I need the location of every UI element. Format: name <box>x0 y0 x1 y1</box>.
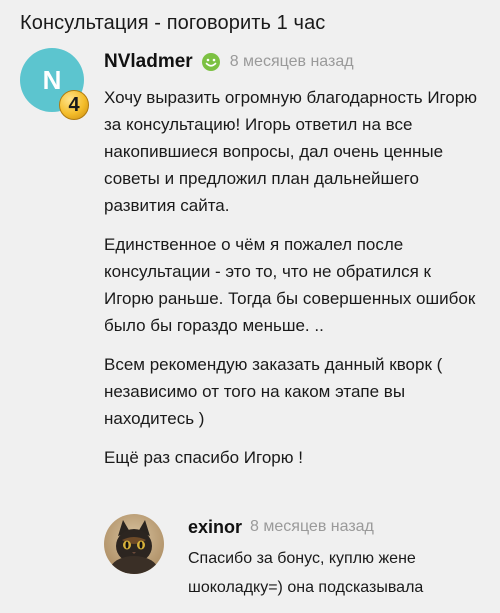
seller-username[interactable]: exinor <box>188 517 242 538</box>
review-time: 8 месяцев назад <box>229 53 354 70</box>
review-header: NVladmer 8 месяцев назад <box>104 48 484 76</box>
review-paragraph: Хочу выразить огромную благодарность Иго… <box>104 88 478 215</box>
review-page: Консультация - поговорить 1 час N 4 NVla… <box>0 0 500 613</box>
reply-text: Спасибо за бонус, куплю жене шоколадку=)… <box>188 550 424 596</box>
reply-header: exinor 8 месяцев назад <box>188 514 484 540</box>
review-paragraph: Всем рекомендую заказать данный кворк ( … <box>104 355 443 428</box>
reply-time: 8 месяцев назад <box>250 518 374 535</box>
review-paragraph: Ещё раз спасибо Игорю ! <box>104 448 303 467</box>
reviewer-username[interactable]: NVladmer <box>104 51 193 73</box>
review: NVladmer 8 месяцев назад Хочу выразить о… <box>104 48 484 483</box>
review-body: Хочу выразить огромную благодарность Иго… <box>104 84 484 471</box>
level-badge: 4 <box>59 90 89 120</box>
cat-photo-avatar[interactable] <box>104 514 164 574</box>
page-title: Консультация - поговорить 1 час <box>20 12 326 34</box>
reviewer-avatar[interactable]: N 4 <box>20 48 89 120</box>
review-paragraph: Единственное о чём я пожалел после консу… <box>104 235 476 335</box>
smile-icon <box>201 52 221 72</box>
reply-content: exinor 8 месяцев назад Спасибо за бонус,… <box>188 514 484 602</box>
